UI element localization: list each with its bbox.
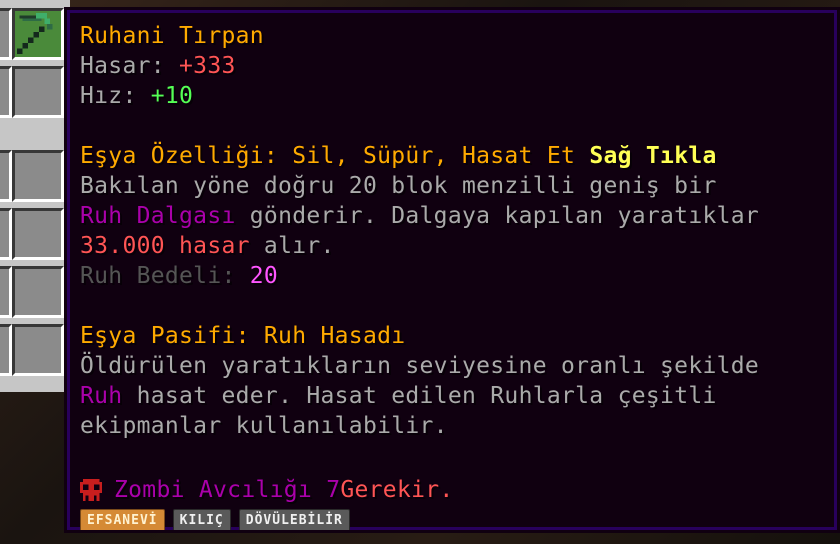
inventory-slot[interactable] <box>12 324 64 376</box>
inventory-panel <box>0 0 70 392</box>
ability-desc-text: gönderir. Dalgaya kapılan yaratıklar <box>235 203 760 229</box>
ability-title-line: Eşya Özelliği: Sil, Süpür, Hasat Et Sağ … <box>80 141 824 171</box>
item-tags: EFSANEVİ KILIÇ DÖVÜLEBİLİR <box>80 509 824 533</box>
stat-speed-label: Hız: <box>80 83 151 109</box>
ability-desc-line-2: Ruh Dalgası gönderir. Dalgaya kapılan ya… <box>80 201 824 231</box>
requirement-skill: Zombi Avcılığı 7 <box>114 477 341 503</box>
ability-desc-line-1: Bakılan yöne doğru 20 blok menzilli geni… <box>80 173 717 199</box>
requirement-suffix: Gerekir. <box>340 477 454 503</box>
inventory-slot[interactable] <box>12 150 64 202</box>
passive-desc-text: hasat eder. Hasat edilen Ruhlarla çeşitl… <box>122 383 717 409</box>
inventory-slot[interactable] <box>0 66 12 118</box>
skull-icon <box>80 479 102 501</box>
ability-cost-label: Ruh Bedeli: <box>80 263 250 289</box>
stat-speed-value: +10 <box>150 83 194 109</box>
inventory-slot[interactable] <box>12 66 64 118</box>
item-name: Ruhani Tırpan <box>80 23 264 49</box>
ability-cost-line: Ruh Bedeli: 20 <box>80 261 824 291</box>
type-badge: KILIÇ <box>172 509 231 533</box>
ability-desc-text: alır. <box>249 233 335 259</box>
item-tooltip: Ruhani Tırpan Hasar: +333 Hız: +10 Eşya … <box>64 7 840 533</box>
inventory-slot[interactable] <box>0 324 12 376</box>
ability-desc-line-3: 33.000 hasar alır. <box>80 231 824 261</box>
passive-desc-line-2: Ruh hasat eder. Hasat edilen Ruhlarla çe… <box>80 381 824 411</box>
upgrade-badge: DÖVÜLEBİLİR <box>238 509 350 533</box>
inventory-slot[interactable] <box>0 150 12 202</box>
stat-damage-label: Hasar: <box>80 53 180 79</box>
inventory-slot[interactable] <box>0 8 12 60</box>
stat-damage-value: +333 <box>179 53 236 79</box>
stat-damage: Hasar: +333 <box>80 51 824 81</box>
inventory-slot[interactable] <box>0 208 12 260</box>
stat-speed: Hız: +10 <box>80 81 824 111</box>
inventory-slot[interactable] <box>12 266 64 318</box>
ability-cost-value: 20 <box>249 263 279 289</box>
inventory-slot[interactable] <box>12 208 64 260</box>
ability-title: Eşya Özelliği: Sil, Süpür, Hasat Et <box>80 143 576 169</box>
rarity-badge: EFSANEVİ <box>80 509 165 533</box>
ability-trigger: Sağ Tıkla <box>589 143 717 169</box>
ability-highlight: Ruh Dalgası <box>80 203 236 229</box>
requirement-line: Zombi Avcılığı 7 Gerekir. <box>80 475 824 505</box>
passive-highlight: Ruh <box>80 383 123 409</box>
passive-title: Eşya Pasifi: Ruh Hasadı <box>80 323 406 349</box>
passive-desc-line-3: ekipmanlar kullanılabilir. <box>80 413 448 439</box>
passive-desc-line-1: Öldürülen yaratıkların seviyesine oranlı… <box>80 353 760 379</box>
inventory-slot[interactable] <box>0 266 12 318</box>
scythe-icon <box>16 12 53 54</box>
ability-damage: 33.000 hasar <box>80 233 250 259</box>
